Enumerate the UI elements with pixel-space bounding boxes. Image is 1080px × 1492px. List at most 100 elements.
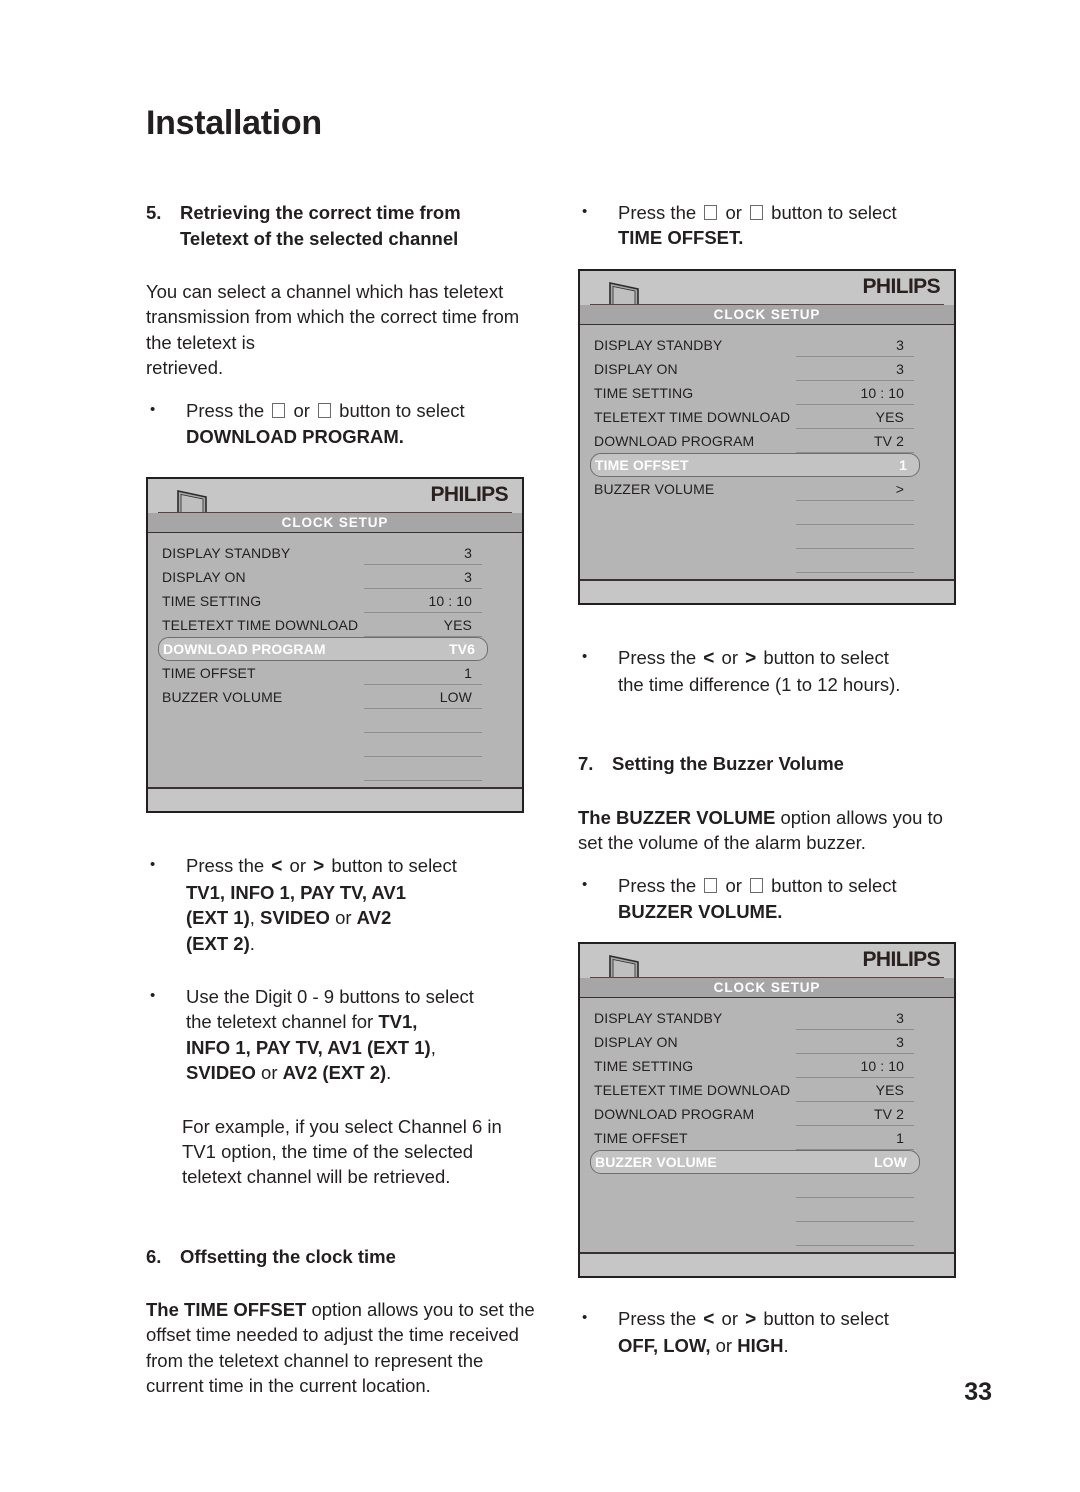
left-column: 5. Retrieving the correct time from Tele… — [146, 200, 536, 1398]
button-to-select-label: button to select — [771, 875, 897, 897]
osd-row[interactable]: DISPLAY STANDBY 3 — [594, 333, 916, 357]
right-arrow-icon: > — [745, 1308, 757, 1330]
osd-body: DISPLAY STANDBY 3 DISPLAY ON 3 TIME SETTING 1… — [580, 995, 954, 1252]
osd-row-value: LOW — [874, 1153, 907, 1170]
down-button-glyph-icon — [318, 403, 332, 419]
bullet-dot: • — [582, 876, 588, 894]
osd-row-selected[interactable]: DOWNLOAD PROGRAM TV6 — [158, 637, 488, 662]
osd-clock-setup-download-program: PHILIPS CLOCK SETUP DISPLAY STANDBY 3 DISP… — [146, 477, 524, 814]
bullet-dot: • — [582, 647, 588, 665]
osd-body: DISPLAY STANDBY 3 DISPLAY ON 3 TIME SETTING 1… — [580, 322, 954, 579]
off-low-or: or — [710, 1334, 738, 1356]
osd-row[interactable]: TELETEXT TIME DOWNLOAD YES — [594, 1078, 916, 1102]
button-to-select-label: button to select — [339, 400, 465, 422]
osd-row[interactable]: BUZZER VOLUME LOW — [162, 685, 484, 709]
osd-row[interactable]: DISPLAY ON 3 — [162, 565, 484, 589]
or-label: or — [725, 875, 742, 897]
osd-subtitle: CLOCK SETUP — [148, 513, 522, 533]
osd-header: PHILIPS CLOCK SETUP — [580, 270, 954, 324]
bullet-download-program-text: Press the or button to select DOWNLOAD P… — [186, 398, 536, 449]
bullet-buzzer-volume-text: Press the or button to select BUZZER VOL… — [618, 873, 968, 924]
bullet-time-difference: • Press the < or > button to select the … — [578, 645, 968, 697]
osd-row[interactable] — [594, 501, 916, 525]
osd-row-label: DOWNLOAD PROGRAM — [594, 1105, 755, 1122]
osd-body: DISPLAY STANDBY 3 DISPLAY ON 3 TIME SETTING 1… — [148, 531, 522, 788]
time-offset-paragraph: The TIME OFFSET option allows you to set… — [146, 1297, 536, 1398]
osd-row-value: 10 : 10 — [798, 1058, 916, 1074]
digit-line3-bold: INFO 1, PAY TV, AV1 (EXT 1) — [186, 1036, 431, 1058]
osd-row[interactable]: TIME OFFSET 1 — [594, 1126, 916, 1150]
osd-row-value: 1 — [899, 456, 907, 473]
osd-row-value: 1 — [366, 665, 484, 681]
osd-side-panel — [486, 539, 522, 788]
down-button-glyph-icon — [750, 205, 764, 220]
or-label: or — [289, 855, 306, 877]
osd-row-label: DISPLAY ON — [594, 1033, 678, 1050]
source-options-ext1: (EXT 1) — [186, 907, 250, 929]
osd-row-list: DISPLAY STANDBY 3 DISPLAY ON 3 TIME SETTING 1… — [580, 1004, 920, 1252]
bullet-time-difference-text: Press the < or > button to select the ti… — [618, 645, 968, 697]
bullet-select-source: • Press the < or > button to select TV1,… — [146, 853, 536, 956]
button-to-select-label: button to select — [771, 202, 897, 223]
osd-row-label: TIME SETTING — [162, 593, 262, 610]
press-the-label: Press the — [618, 646, 697, 668]
buzzer-paragraph-bold: BUZZER VOLUME — [616, 806, 776, 828]
button-to-select-label: button to select — [763, 646, 889, 668]
osd-row[interactable]: TIME SETTING 10 : 10 — [594, 1054, 916, 1078]
osd-row[interactable]: TELETEXT TIME DOWNLOAD YES — [594, 405, 916, 429]
osd-side-panel — [918, 1003, 954, 1252]
osd-row[interactable]: TIME SETTING 10 : 10 — [162, 589, 484, 613]
right-arrow-icon: > — [313, 856, 325, 878]
osd-row-value: TV6 — [449, 641, 475, 658]
osd-row[interactable] — [594, 525, 916, 549]
osd-row-selected[interactable]: BUZZER VOLUME LOW — [590, 1149, 920, 1174]
digit-line4-or: or — [255, 1062, 283, 1084]
osd-row[interactable]: DISPLAY ON 3 — [594, 1030, 916, 1054]
osd-row[interactable]: TIME SETTING 10 : 10 — [594, 381, 916, 405]
example-paragraph: For example, if you select Channel 6 in … — [182, 1115, 502, 1188]
osd-row[interactable]: DOWNLOAD PROGRAM TV 2 — [594, 429, 916, 453]
osd-row[interactable]: TIME OFFSET 1 — [162, 661, 484, 685]
osd-row[interactable] — [162, 733, 484, 757]
bullet-download-program: • Press the or button to select DOWNLOAD… — [146, 398, 536, 449]
section-7-heading: 7. Setting the Buzzer Volume — [578, 751, 968, 777]
osd-row-value: TV 2 — [798, 1106, 916, 1122]
bullet-time-offset: • Press the or button to select TIME OFF… — [578, 200, 968, 251]
osd-row-label: DISPLAY STANDBY — [594, 1009, 723, 1026]
buzzer-paragraph-lead: The — [578, 806, 617, 828]
press-the-label: Press the — [618, 875, 697, 897]
download-program-target: DOWNLOAD PROGRAM. — [186, 425, 404, 447]
osd-row-label: BUZZER VOLUME — [595, 1153, 717, 1170]
osd-row[interactable]: BUZZER VOLUME > — [594, 477, 916, 501]
osd-subtitle: CLOCK SETUP — [580, 304, 954, 324]
buzzer-volume-paragraph: The BUZZER VOLUME option allows you to s… — [578, 805, 968, 856]
osd-row-value: YES — [798, 409, 916, 425]
osd-row-value: 3 — [366, 545, 484, 561]
osd-row-value: 10 : 10 — [798, 385, 916, 401]
osd-row[interactable]: DISPLAY STANDBY 3 — [594, 1006, 916, 1030]
osd-row-label: DISPLAY STANDBY — [162, 545, 291, 562]
digit-line4-svideo: SVIDEO — [186, 1062, 256, 1084]
bullet-dot: • — [150, 987, 156, 1005]
osd-row-label: TIME SETTING — [594, 384, 694, 401]
philips-logo: PHILIPS — [862, 274, 941, 298]
osd-row-selected[interactable]: TIME OFFSET 1 — [590, 452, 920, 477]
bullet-digit-buttons-text: Use the Digit 0 - 9 buttons to select th… — [186, 984, 536, 1085]
section-5-title-line1: Retrieving the correct time from — [180, 202, 461, 223]
osd-header: PHILIPS CLOCK SETUP — [148, 479, 522, 533]
osd-row[interactable] — [162, 757, 484, 781]
osd-row[interactable]: DISPLAY STANDBY 3 — [162, 541, 484, 565]
osd-row[interactable] — [594, 1174, 916, 1198]
digit-line2-plain: the teletext channel for — [186, 1011, 379, 1033]
osd-row[interactable]: DOWNLOAD PROGRAM TV 2 — [594, 1102, 916, 1126]
bullet-off-low-high-text: Press the < or > button to select OFF, L… — [618, 1306, 968, 1358]
osd-row[interactable] — [594, 1198, 916, 1222]
osd-row-label: TELETEXT TIME DOWNLOAD — [594, 1081, 791, 1098]
osd-row[interactable]: DISPLAY ON 3 — [594, 357, 916, 381]
osd-row[interactable] — [594, 1222, 916, 1246]
osd-row[interactable] — [162, 709, 484, 733]
osd-row-label: TIME SETTING — [594, 1057, 694, 1074]
osd-row[interactable]: TELETEXT TIME DOWNLOAD YES — [162, 613, 484, 637]
or-label: or — [725, 202, 742, 223]
osd-row[interactable] — [594, 549, 916, 573]
